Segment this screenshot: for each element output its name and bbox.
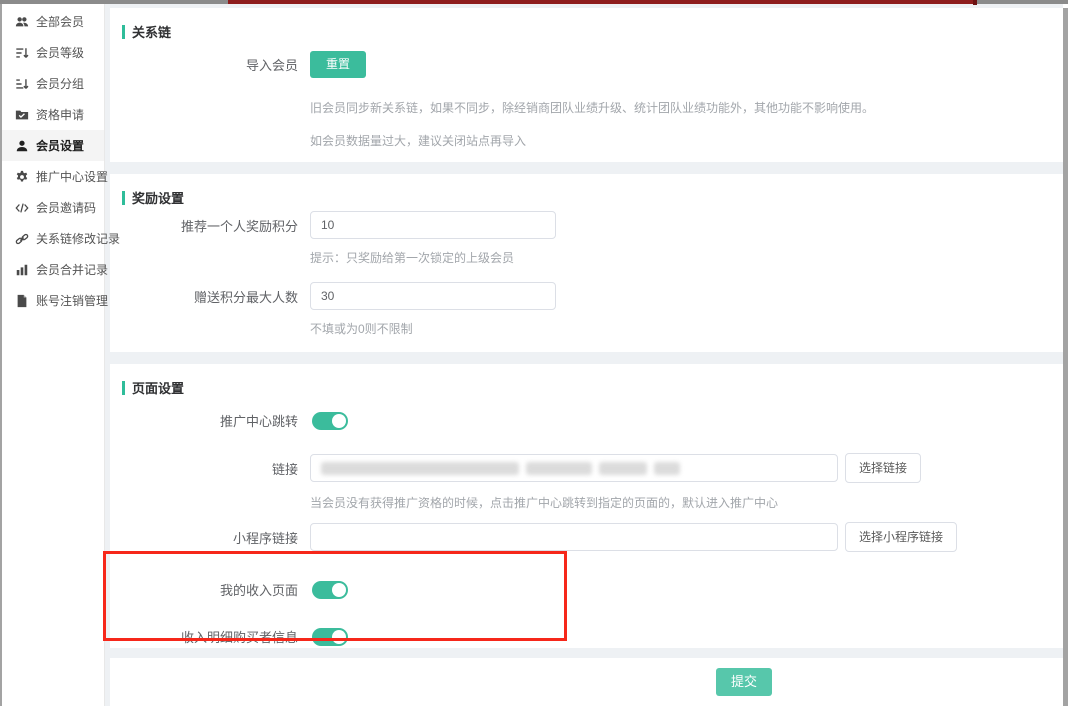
gear-icon: [15, 170, 29, 184]
promo-jump-label: 推广中心跳转: [110, 411, 305, 430]
sidebar-item-member-settings[interactable]: 会员设置: [2, 130, 104, 161]
sidebar-item-label: 账号注销管理: [36, 292, 108, 309]
relation-chain-card: 关系链 导入会员 重置 旧会员同步新关系链，如果不同步，除经销商团队业绩升级、统…: [110, 8, 1063, 162]
section-header: 关系链: [110, 8, 1063, 41]
promo-jump-toggle[interactable]: [312, 412, 348, 430]
gift-points-input[interactable]: [310, 282, 556, 310]
link-label: 链接: [110, 459, 305, 478]
sidebar-item-label: 全部会员: [36, 13, 84, 30]
sidebar-item-label: 资格申请: [36, 106, 84, 123]
link-helper: 当会员没有获得推广资格的时候，点击推广中心跳转到指定的页面的，默认进入推广中心: [310, 494, 1063, 511]
main-content: 关系链 导入会员 重置 旧会员同步新关系链，如果不同步，除经销商团队业绩升级、统…: [105, 4, 1063, 706]
sort-numeric-icon: [15, 46, 29, 60]
section-header: 页面设置: [110, 364, 1063, 397]
recommend-points-row: 推荐一个人奖励积分: [110, 211, 1063, 239]
sidebar-item-account-cancel[interactable]: 账号注销管理: [2, 285, 104, 316]
sort-alpha-icon: [15, 77, 29, 91]
chart-icon: [15, 263, 29, 277]
miniprogram-link-input[interactable]: [310, 523, 838, 551]
sidebar-item-label: 会员等级: [36, 44, 84, 61]
page-settings-card: 页面设置 推广中心跳转 链接 选择链接 当会员没有获得推广资格的时候，点击推广中…: [110, 364, 1063, 648]
buyer-info-toggle[interactable]: [312, 628, 348, 646]
toggle-knob: [332, 583, 346, 597]
link-icon: [15, 232, 29, 246]
sidebar-item-qualification[interactable]: 资格申请: [2, 99, 104, 130]
gift-points-helper: 不填或为0则不限制: [310, 320, 1063, 337]
redacted-text-block: [599, 462, 647, 475]
miniprogram-link-row: 小程序链接 选择小程序链接: [110, 522, 1063, 552]
redacted-text-block: [321, 462, 519, 475]
sidebar-item-label: 推广中心设置: [36, 168, 108, 185]
sidebar: 全部会员 会员等级 会员分组 资格申请 会员设置 推广中心设置 会员邀请码 关: [2, 4, 105, 706]
import-member-row: 导入会员 重置: [110, 51, 1063, 78]
promo-jump-row: 推广中心跳转: [110, 411, 1063, 430]
window-left-border: [0, 4, 2, 706]
code-icon: [15, 201, 29, 215]
users-icon: [15, 15, 29, 29]
member-settings-screen: 全部会员 会员等级 会员分组 资格申请 会员设置 推广中心设置 会员邀请码 关: [0, 0, 1068, 706]
user-icon: [15, 139, 29, 153]
section-title: 关系链: [132, 22, 171, 41]
sidebar-item-member-levels[interactable]: 会员等级: [2, 37, 104, 68]
redacted-text-block: [526, 462, 592, 475]
import-helper-2: 如会员数据量过大，建议关闭站点再导入: [310, 132, 1063, 149]
import-member-label: 导入会员: [110, 55, 305, 74]
sidebar-item-relation-log[interactable]: 关系链修改记录: [2, 223, 104, 254]
sidebar-item-label: 会员设置: [36, 137, 84, 154]
buyer-info-label: 收入明细购买者信息: [110, 627, 305, 646]
sidebar-item-all-members[interactable]: 全部会员: [2, 6, 104, 37]
redacted-text-block: [654, 462, 680, 475]
section-header: 奖励设置: [110, 174, 1063, 207]
sidebar-item-label: 会员合并记录: [36, 261, 108, 278]
buyer-info-row: 收入明细购买者信息: [110, 627, 1063, 646]
section-accent-bar: [122, 381, 125, 395]
file-icon: [15, 294, 29, 308]
gift-points-row: 赠送积分最大人数: [110, 282, 1063, 310]
reward-settings-card: 奖励设置 推荐一个人奖励积分 提示：只奖励给第一次锁定的上级会员 赠送积分最大人…: [110, 174, 1063, 352]
recommend-points-helper: 提示：只奖励给第一次锁定的上级会员: [310, 249, 1063, 266]
folder-check-icon: [15, 108, 29, 122]
income-page-toggle[interactable]: [312, 581, 348, 599]
sidebar-item-promo-center-settings[interactable]: 推广中心设置: [2, 161, 104, 192]
recommend-points-input[interactable]: [310, 211, 556, 239]
section-title: 奖励设置: [132, 188, 184, 207]
link-row: 链接 选择链接: [110, 453, 1063, 483]
recommend-points-label: 推荐一个人奖励积分: [110, 216, 305, 235]
select-link-button[interactable]: 选择链接: [845, 453, 921, 483]
select-miniprogram-link-button[interactable]: 选择小程序链接: [845, 522, 957, 552]
income-page-label: 我的收入页面: [110, 580, 305, 599]
submit-bar: 提交: [110, 658, 1063, 706]
import-helper-1: 旧会员同步新关系链，如果不同步，除经销商团队业绩升级、统计团队业绩功能外，其他功…: [310, 99, 1063, 116]
sidebar-item-member-groups[interactable]: 会员分组: [2, 68, 104, 99]
reset-button[interactable]: 重置: [310, 51, 366, 78]
gift-points-label: 赠送积分最大人数: [110, 287, 305, 306]
miniprogram-link-label: 小程序链接: [110, 528, 305, 547]
link-input[interactable]: [310, 454, 838, 482]
sidebar-item-invite-code[interactable]: 会员邀请码: [2, 192, 104, 223]
submit-button[interactable]: 提交: [716, 668, 772, 696]
section-accent-bar: [122, 25, 125, 39]
top-window-bar: [0, 0, 1068, 4]
window-right-border: [1063, 8, 1068, 706]
toggle-knob: [332, 414, 346, 428]
toggle-knob: [332, 630, 346, 644]
sidebar-item-label: 会员分组: [36, 75, 84, 92]
sidebar-item-label: 关系链修改记录: [36, 230, 120, 247]
sidebar-item-merge-log[interactable]: 会员合并记录: [2, 254, 104, 285]
top-red-line: [228, 0, 975, 4]
sidebar-item-label: 会员邀请码: [36, 199, 96, 216]
section-accent-bar: [122, 191, 125, 205]
income-page-row: 我的收入页面: [110, 580, 1063, 599]
section-title: 页面设置: [132, 378, 184, 397]
top-red-line-cap: [973, 0, 977, 5]
